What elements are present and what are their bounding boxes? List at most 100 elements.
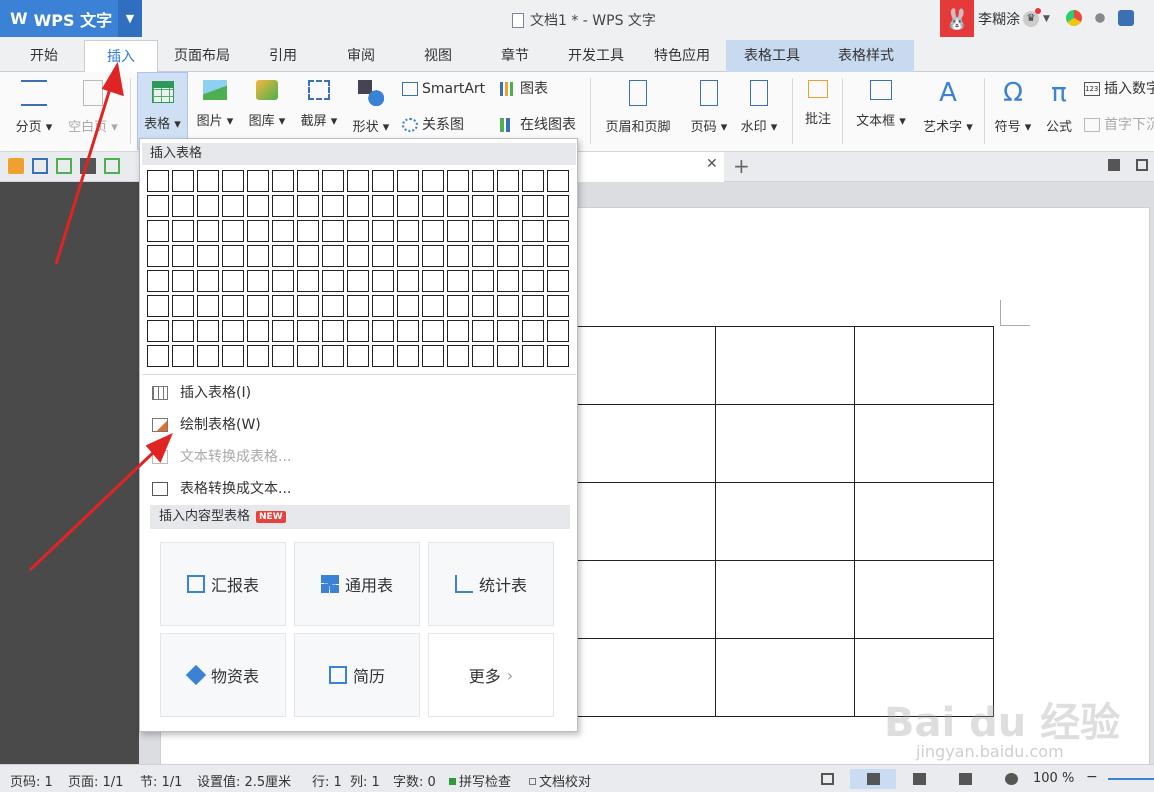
grid-cell[interactable] (197, 320, 219, 342)
grid-cell[interactable] (372, 195, 394, 217)
grid-cell[interactable] (422, 245, 444, 267)
grid-cell[interactable] (247, 295, 269, 317)
materials-table-card[interactable]: 物资表 (160, 633, 286, 717)
doc-check-toggle[interactable]: 文档校对 (529, 771, 591, 790)
grid-cell[interactable] (422, 345, 444, 367)
grid-cell[interactable] (472, 295, 494, 317)
grid-cell[interactable] (172, 195, 194, 217)
table-cell[interactable] (854, 326, 994, 405)
tab-table-tools[interactable]: 表格工具 (726, 40, 818, 72)
grid-cell[interactable] (497, 220, 519, 242)
grid-cell[interactable] (522, 170, 544, 192)
grid-cell[interactable] (322, 345, 344, 367)
chevron-down-icon[interactable]: ▼ (1043, 14, 1050, 24)
grid-cell[interactable] (247, 195, 269, 217)
table-to-text-menu-item[interactable]: 表格转换成文本... (152, 477, 291, 501)
grid-cell[interactable] (222, 295, 244, 317)
grid-cell[interactable] (397, 295, 419, 317)
grid-cell[interactable] (372, 345, 394, 367)
grid-cell[interactable] (522, 245, 544, 267)
grid-cell[interactable] (447, 320, 469, 342)
grid-cell[interactable] (522, 295, 544, 317)
table-cell[interactable] (854, 560, 994, 639)
tab-review[interactable]: 审阅 (326, 40, 396, 72)
grid-cell[interactable] (272, 170, 294, 192)
tab-special-apps[interactable]: 特色应用 (644, 40, 720, 72)
grid-cell[interactable] (197, 345, 219, 367)
grid-cell[interactable] (322, 170, 344, 192)
grid-cell[interactable] (472, 195, 494, 217)
zoom-slider[interactable] (1108, 778, 1154, 780)
grid-cell[interactable] (397, 320, 419, 342)
grid-cell[interactable] (472, 170, 494, 192)
grid-cell[interactable] (497, 245, 519, 267)
table-cell[interactable] (715, 404, 855, 483)
grid-cell[interactable] (147, 170, 169, 192)
crown-icon[interactable]: ♛ (1023, 7, 1041, 27)
grid-cell[interactable] (347, 295, 369, 317)
grid-cell[interactable] (247, 270, 269, 292)
table-cell[interactable] (715, 482, 855, 561)
grid-cell[interactable] (397, 220, 419, 242)
grid-cell[interactable] (172, 270, 194, 292)
grid-cell[interactable] (147, 295, 169, 317)
settings-icon[interactable] (1095, 13, 1105, 23)
grid-cell[interactable] (322, 320, 344, 342)
grid-cell[interactable] (272, 295, 294, 317)
grid-cell[interactable] (222, 220, 244, 242)
grid-cell[interactable] (147, 220, 169, 242)
table-cell[interactable] (854, 404, 994, 483)
page-view-button[interactable] (850, 769, 896, 789)
zoom-out-icon[interactable]: − (1086, 769, 1098, 785)
grid-cell[interactable] (222, 345, 244, 367)
grid-cell[interactable] (547, 195, 569, 217)
status-page-num[interactable]: 页码: 1 (10, 771, 53, 790)
grid-cell[interactable] (547, 295, 569, 317)
watermark-button[interactable]: 水印 ▾ (736, 72, 782, 150)
grid-cell[interactable] (497, 195, 519, 217)
drop-cap-button[interactable]: 首字下沉 (1084, 115, 1154, 135)
outline-view-button[interactable] (896, 769, 942, 789)
grid-cell[interactable] (247, 220, 269, 242)
text-to-table-menu-item[interactable]: 文本转换成表格... (152, 445, 291, 469)
grid-cell[interactable] (222, 170, 244, 192)
grid-cell[interactable] (447, 295, 469, 317)
grid-cell[interactable] (247, 170, 269, 192)
grid-cell[interactable] (247, 320, 269, 342)
grid-cell[interactable] (472, 320, 494, 342)
header-footer-button[interactable]: 页眉和页脚 (598, 72, 678, 150)
grid-cell[interactable] (497, 270, 519, 292)
grid-cell[interactable] (347, 195, 369, 217)
minimize-ribbon-icon[interactable] (1108, 159, 1120, 171)
smartart-button[interactable]: SmartArt (402, 79, 485, 99)
web-view-button[interactable] (942, 769, 988, 789)
grid-cell[interactable] (547, 245, 569, 267)
grid-cell[interactable] (322, 295, 344, 317)
grid-cell[interactable] (272, 245, 294, 267)
grid-cell[interactable] (147, 345, 169, 367)
table-cell[interactable] (715, 326, 855, 405)
spell-check-toggle[interactable]: 拼写检查 (449, 771, 511, 790)
grid-cell[interactable] (147, 195, 169, 217)
status-row[interactable]: 行: 1 (312, 771, 342, 790)
grid-cell[interactable] (422, 295, 444, 317)
grid-cell[interactable] (547, 270, 569, 292)
grid-cell[interactable] (372, 320, 394, 342)
grid-cell[interactable] (522, 320, 544, 342)
grid-cell[interactable] (322, 270, 344, 292)
grid-cell[interactable] (522, 270, 544, 292)
tab-view[interactable]: 视图 (404, 40, 472, 72)
tab-references[interactable]: 引用 (250, 40, 316, 72)
insert-number-button[interactable]: 123 插入数字 (1084, 79, 1154, 99)
table-cell[interactable] (715, 560, 855, 639)
grid-cell[interactable] (397, 270, 419, 292)
chart-button[interactable]: 图表 (500, 79, 548, 99)
grid-cell[interactable] (222, 245, 244, 267)
grid-cell[interactable] (547, 170, 569, 192)
grid-cell[interactable] (547, 320, 569, 342)
grid-cell[interactable] (547, 345, 569, 367)
grid-cell[interactable] (522, 345, 544, 367)
tab-insert[interactable]: 插入 (84, 40, 158, 73)
grid-cell[interactable] (147, 245, 169, 267)
formula-button[interactable]: π 公式 (1040, 72, 1078, 150)
